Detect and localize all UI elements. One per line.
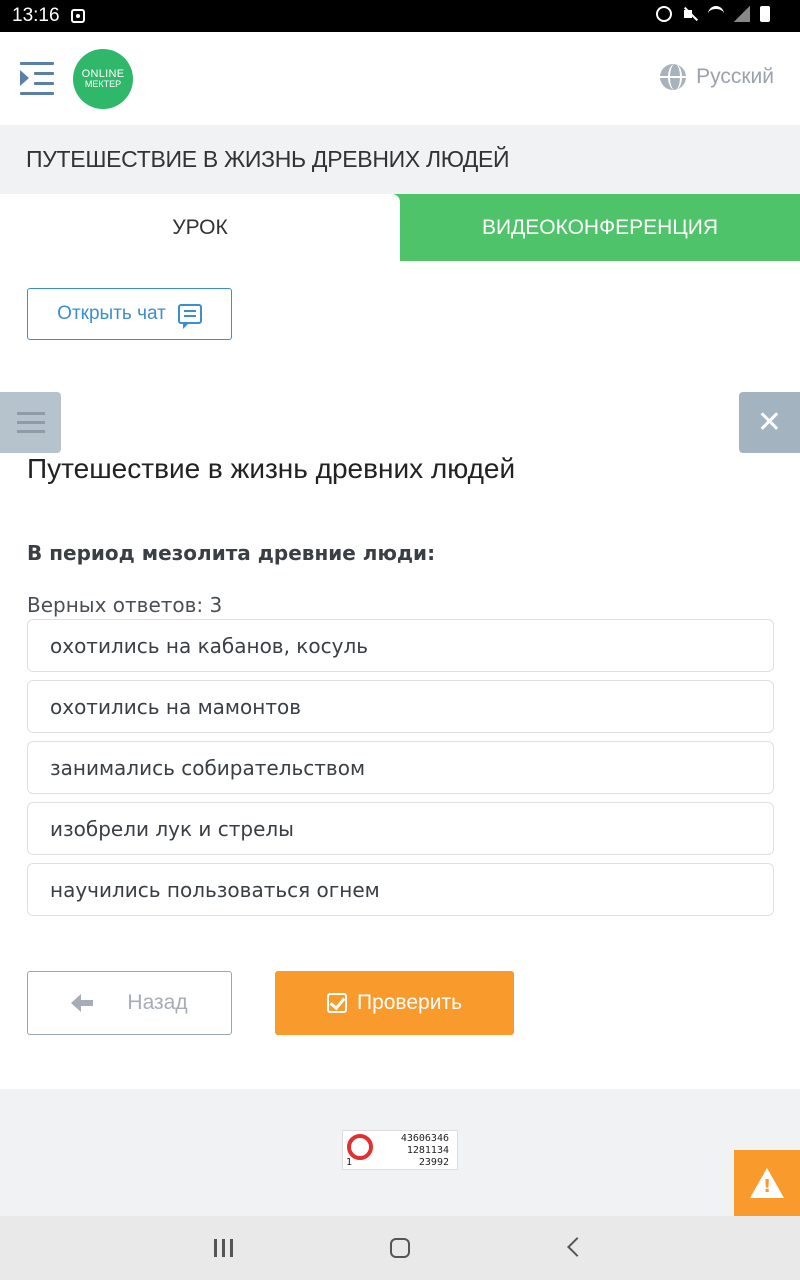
arrow-left-icon <box>71 994 94 1012</box>
question-text: В период мезолита древние люди: <box>27 541 436 565</box>
answer-option[interactable]: охотились на кабанов, косуль <box>27 619 774 672</box>
counter-line1: 43606346 <box>400 1133 449 1144</box>
close-button[interactable]: ✕ <box>739 392 800 453</box>
check-label: Проверить <box>356 991 463 1014</box>
open-chat-label: Открыть чат <box>57 303 166 324</box>
chat-icon <box>177 304 202 329</box>
visitor-counter[interactable]: 43606346 1281134 23992 1 <box>342 1130 458 1170</box>
system-navigation-bar <box>0 1216 800 1280</box>
home-icon[interactable] <box>390 1238 410 1258</box>
globe-icon <box>660 64 687 90</box>
lesson-title: ПУТЕШЕСТВИЕ В ЖИЗНЬ ДРЕВНИХ ЛЮДЕЙ <box>26 146 510 172</box>
wifi-icon <box>708 6 724 22</box>
open-chat-button[interactable]: Открыть чат <box>27 288 232 340</box>
tab-lesson[interactable]: УРОК <box>0 194 400 261</box>
battery-icon <box>760 6 770 22</box>
report-problem-button[interactable] <box>734 1150 800 1216</box>
answer-list: охотились на кабанов, косуль охотились н… <box>27 619 774 924</box>
counter-left: 1 <box>346 1157 353 1168</box>
check-button[interactable]: Проверить <box>275 971 514 1035</box>
warning-icon <box>750 1168 784 1198</box>
question-title: Путешествие в жизнь древних людей <box>27 453 516 484</box>
answer-option[interactable]: занимались собирательством <box>27 741 774 794</box>
language-label: Русский <box>696 65 774 88</box>
screenshot-icon <box>71 9 85 23</box>
close-icon: ✕ <box>756 405 783 440</box>
recent-apps-icon[interactable] <box>214 1239 234 1257</box>
side-menu-button[interactable] <box>0 392 61 453</box>
back-button[interactable]: Назад <box>27 971 232 1035</box>
counter-line3: 23992 <box>418 1157 449 1168</box>
lesson-title-band: ПУТЕШЕСТВИЕ В ЖИЗНЬ ДРЕВНИХ ЛЮДЕЙ <box>0 125 800 194</box>
answer-option[interactable]: изобрели лук и стрелы <box>27 802 774 855</box>
back-label: Назад <box>127 991 188 1014</box>
logo-line2: МЕКТЕР <box>84 79 122 89</box>
back-nav-icon[interactable] <box>567 1237 587 1257</box>
check-square-icon <box>326 993 347 1013</box>
correct-count: Верных ответов: 3 <box>27 593 223 617</box>
menu-toggle-icon[interactable] <box>20 62 54 96</box>
lesson-content: Открыть чат ✕ Путешествие в жизнь древни… <box>0 261 800 1089</box>
language-selector[interactable]: Русский <box>660 64 774 90</box>
status-time: 13:16 <box>12 5 60 26</box>
status-bar: 13:16 <box>0 0 800 32</box>
counter-line2: 1281134 <box>406 1145 449 1156</box>
logo[interactable]: ONLINE МЕКТЕР <box>73 49 133 109</box>
answer-option[interactable]: научились пользоваться огнем <box>27 863 774 916</box>
tab-videoconference[interactable]: ВИДЕОКОНФЕРЕНЦИЯ <box>392 194 800 261</box>
answer-option[interactable]: охотились на мамонтов <box>27 680 774 733</box>
alarm-icon <box>656 6 672 22</box>
mute-icon <box>682 6 698 22</box>
status-icons <box>656 6 770 22</box>
app-header: ONLINE МЕКТЕР Русский <box>0 32 800 125</box>
signal-icon <box>734 6 750 22</box>
